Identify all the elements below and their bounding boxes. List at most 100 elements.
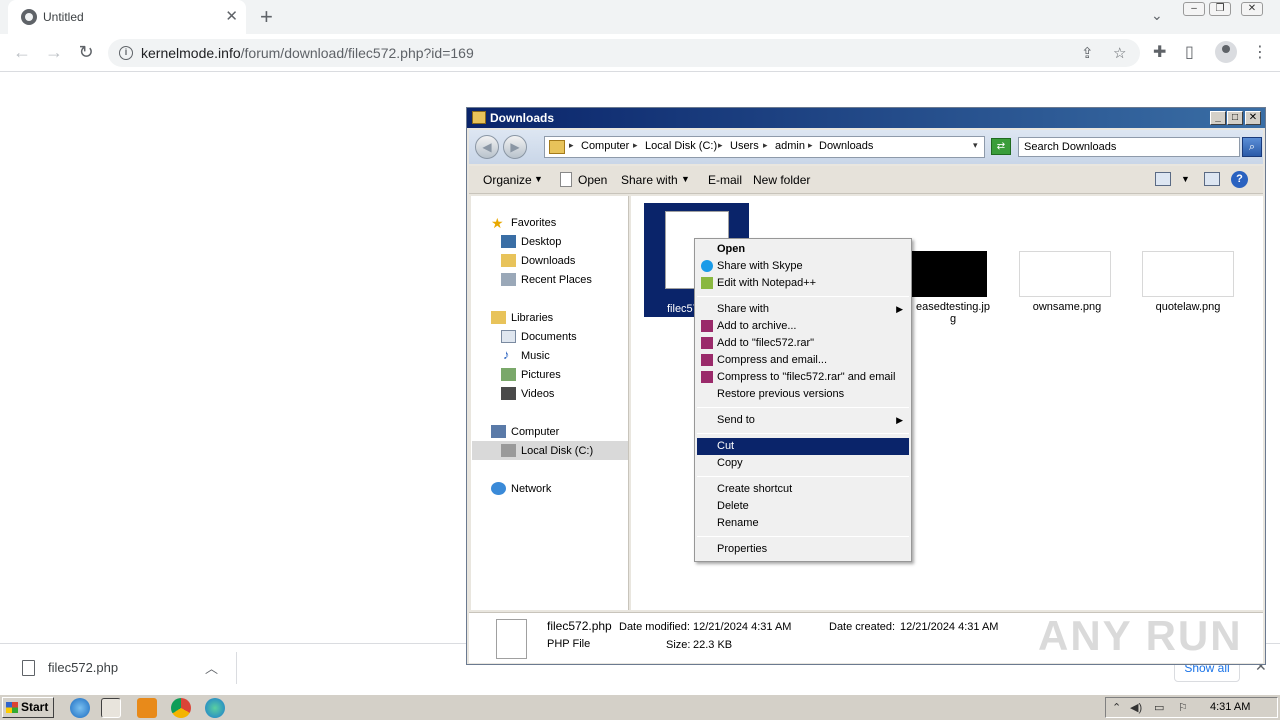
chevron-right-icon[interactable]: ▸ — [808, 140, 813, 151]
breadcrumb-local-disk[interactable]: Local Disk (C:) — [645, 140, 717, 152]
file-thumbnail-png[interactable] — [1142, 251, 1234, 297]
forward-icon[interactable]: → — [42, 41, 66, 65]
menu-item-add-archive[interactable]: Add to archive... — [697, 318, 909, 335]
star-icon[interactable]: ☆ — [1113, 44, 1126, 62]
chevron-up-icon[interactable]: ︿ — [205, 658, 218, 677]
dropdown-icon[interactable]: ▼ — [534, 174, 543, 184]
menu-item-open[interactable]: Open — [697, 241, 909, 258]
menu-item-share-skype[interactable]: Share with Skype — [697, 258, 909, 275]
view-icon[interactable] — [1155, 172, 1171, 186]
back-icon[interactable]: ← — [10, 41, 34, 65]
minimize-icon[interactable]: – — [1183, 2, 1205, 16]
profile-icon[interactable] — [1215, 41, 1237, 63]
explorer-icon[interactable] — [101, 698, 121, 718]
chevron-right-icon[interactable]: ▸ — [633, 140, 638, 151]
file-thumbnail-jpg[interactable] — [912, 251, 987, 297]
maximize-button[interactable]: □ — [1227, 111, 1243, 125]
chevron-right-icon[interactable]: ▸ — [718, 140, 723, 151]
nav-computer[interactable]: Computer — [511, 426, 559, 438]
tab-untitled[interactable]: Untitled ✕ — [8, 0, 246, 34]
explorer-titlebar[interactable]: Downloads _ □ ✕ — [467, 108, 1265, 128]
breadcrumb-downloads[interactable]: Downloads — [819, 140, 873, 152]
menu-item-create-shortcut[interactable]: Create shortcut — [697, 481, 909, 498]
open-button[interactable]: Open — [578, 173, 607, 187]
nav-libraries[interactable]: Libraries — [511, 312, 553, 324]
menu-icon[interactable]: ⋮ — [1252, 42, 1268, 62]
close-window-icon[interactable]: ✕ — [1241, 2, 1263, 16]
chevron-right-icon[interactable]: ▸ — [569, 140, 574, 151]
email-button[interactable]: E-mail — [708, 173, 742, 187]
file-name-png-2[interactable]: quotelaw.png — [1148, 301, 1228, 313]
volume-icon[interactable]: ◀) — [1130, 701, 1142, 714]
search-input[interactable]: Search Downloads — [1018, 137, 1240, 157]
computer-icon — [491, 425, 506, 438]
organize-button[interactable]: Organize — [483, 173, 532, 187]
url-text[interactable]: kernelmode.info/forum/download/filec572.… — [141, 45, 474, 61]
nav-favorites[interactable]: Favorites — [511, 217, 556, 229]
menu-item-edit-notepad[interactable]: Edit with Notepad++ — [697, 275, 909, 292]
refresh-icon[interactable]: ⇄ — [991, 138, 1011, 155]
menu-item-rename[interactable]: Rename — [697, 515, 909, 532]
file-name-png-1[interactable]: ownsame.png — [1027, 301, 1107, 313]
preview-pane-icon[interactable] — [1204, 172, 1220, 186]
nav-local-disk[interactable]: Local Disk (C:) — [521, 445, 593, 457]
restore-icon[interactable]: ❐ — [1209, 2, 1231, 16]
dropdown-icon[interactable]: ▾ — [973, 140, 978, 151]
new-tab-button[interactable]: + — [260, 4, 273, 30]
sidepanel-icon[interactable]: ▯ — [1185, 42, 1194, 62]
menu-item-compress-rar-email[interactable]: Compress to "filec572.rar" and email — [697, 369, 909, 386]
info-icon[interactable]: i — [119, 46, 133, 60]
chrome-icon[interactable] — [171, 698, 191, 718]
tab-search-chevron-icon[interactable]: ⌄ — [1151, 7, 1163, 24]
dropdown-icon[interactable]: ▼ — [681, 174, 690, 184]
clock[interactable]: 4:31 AM — [1210, 701, 1250, 713]
network-icon[interactable]: ▭ — [1154, 701, 1164, 714]
menu-item-delete[interactable]: Delete — [697, 498, 909, 515]
reload-icon[interactable]: ↻ — [74, 41, 98, 65]
share-icon[interactable]: ⇪ — [1081, 44, 1094, 62]
nav-recent-places[interactable]: Recent Places — [521, 274, 592, 286]
forward-arrow-icon[interactable]: ▶ — [503, 135, 527, 159]
nav-documents[interactable]: Documents — [521, 331, 577, 343]
winrar-icon — [701, 354, 713, 366]
breadcrumb-admin[interactable]: admin — [775, 140, 805, 152]
ie-icon[interactable] — [70, 698, 90, 718]
extensions-icon[interactable]: ✚ — [1153, 42, 1166, 62]
nav-desktop[interactable]: Desktop — [521, 236, 561, 248]
breadcrumb-users[interactable]: Users — [730, 140, 759, 152]
start-button[interactable]: Start — [2, 697, 54, 718]
nav-network[interactable]: Network — [511, 483, 551, 495]
nav-music[interactable]: Music — [521, 350, 550, 362]
search-icon[interactable]: ⌕ — [1242, 137, 1262, 157]
tab-close-icon[interactable]: ✕ — [225, 7, 238, 25]
menu-item-compress-email[interactable]: Compress and email... — [697, 352, 909, 369]
media-player-icon[interactable] — [137, 698, 157, 718]
chevron-right-icon[interactable]: ▸ — [763, 140, 768, 151]
dropdown-icon[interactable]: ▼ — [1181, 174, 1190, 184]
nav-downloads[interactable]: Downloads — [521, 255, 575, 267]
nav-videos[interactable]: Videos — [521, 388, 554, 400]
file-name-jpg[interactable]: easedtesting.jp g — [913, 301, 993, 325]
new-folder-button[interactable]: New folder — [753, 173, 810, 187]
menu-item-send-to[interactable]: Send to ▶ — [697, 412, 909, 429]
share-with-button[interactable]: Share with — [621, 173, 678, 187]
help-icon[interactable]: ? — [1231, 171, 1248, 188]
minimize-button[interactable]: _ — [1210, 111, 1226, 125]
tray-expand-icon[interactable]: ⌃ — [1112, 701, 1121, 714]
menu-item-properties[interactable]: Properties — [697, 541, 909, 558]
nav-pictures[interactable]: Pictures — [521, 369, 561, 381]
edge-icon[interactable] — [205, 698, 225, 718]
menu-item-add-rar[interactable]: Add to "filec572.rar" — [697, 335, 909, 352]
back-arrow-icon[interactable]: ◀ — [475, 135, 499, 159]
close-button[interactable]: ✕ — [1245, 111, 1261, 125]
menu-item-restore[interactable]: Restore previous versions — [697, 386, 909, 403]
download-file-name[interactable]: filec572.php — [48, 660, 118, 675]
address-bar[interactable]: i kernelmode.info/forum/download/filec57… — [108, 39, 1140, 67]
flag-icon[interactable]: ⚐ — [1178, 701, 1188, 714]
menu-item-share-with[interactable]: Share with ▶ — [697, 301, 909, 318]
menu-item-copy[interactable]: Copy — [697, 455, 909, 472]
breadcrumb-computer[interactable]: Computer — [581, 140, 629, 152]
breadcrumb[interactable]: ▸ Computer ▸ Local Disk (C:) ▸ Users ▸ a… — [544, 136, 985, 158]
menu-item-cut[interactable]: Cut — [697, 438, 909, 455]
file-thumbnail-png[interactable] — [1019, 251, 1111, 297]
